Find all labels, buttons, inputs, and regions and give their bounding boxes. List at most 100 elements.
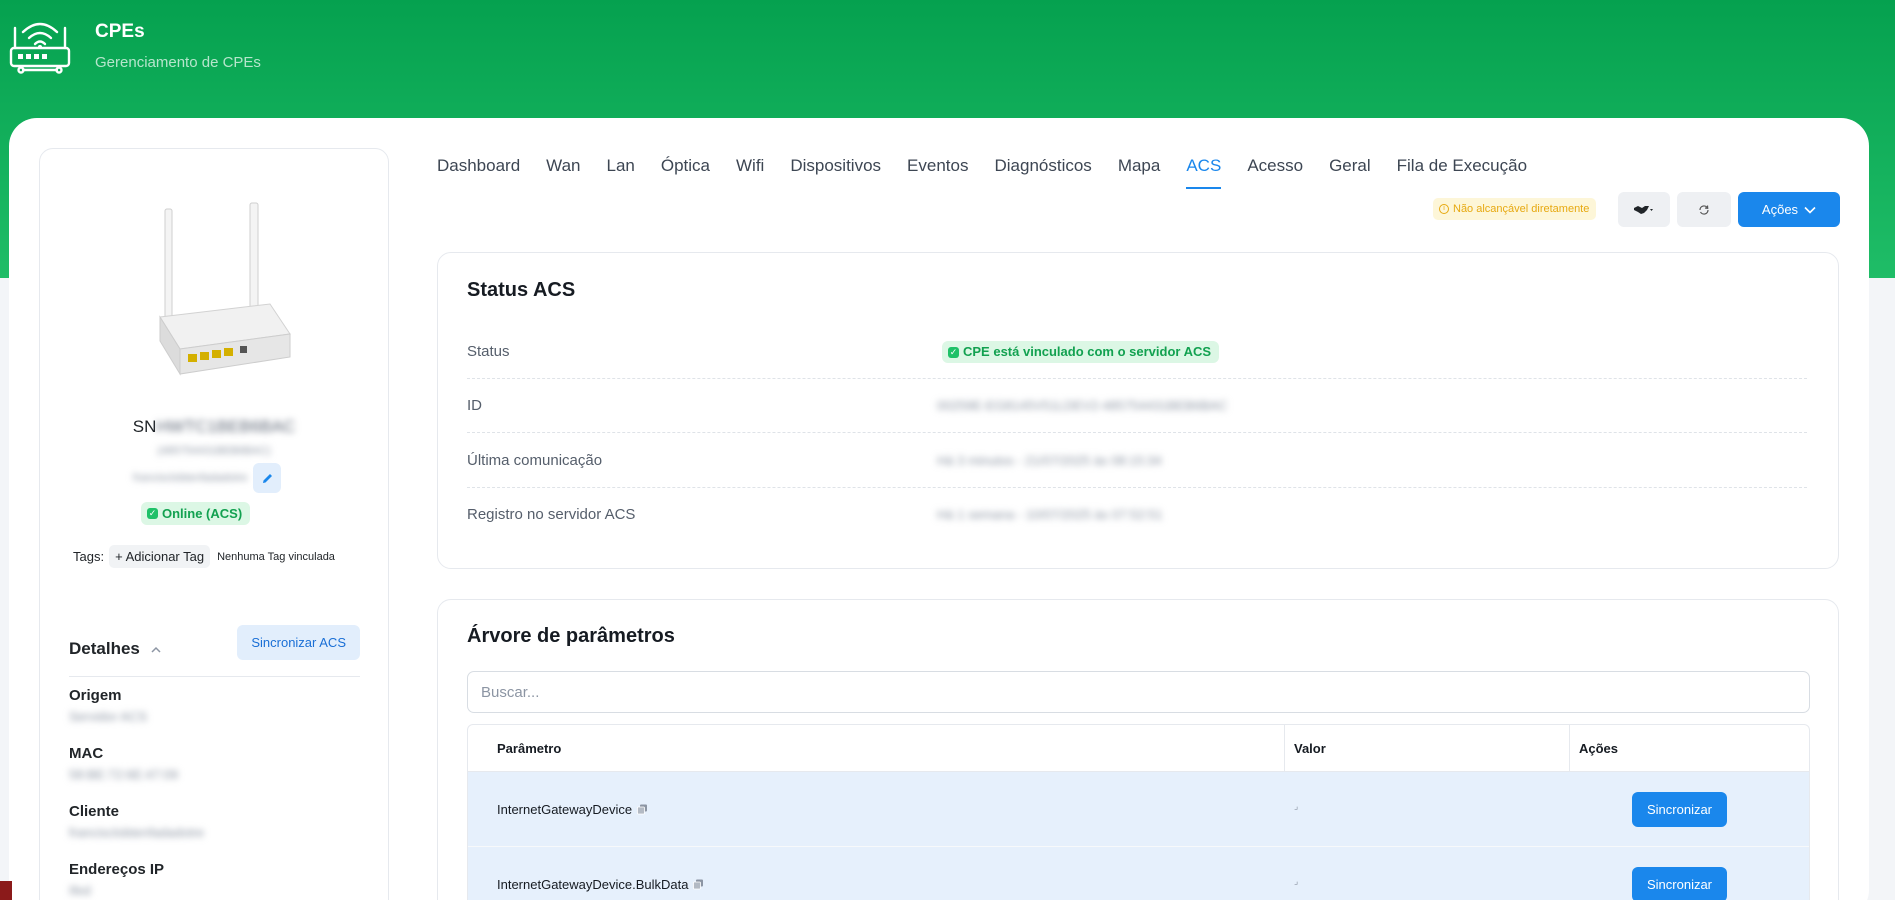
owner-name: francisclobtenfadadotre [133,472,248,484]
detail-label: Endereços IP [69,861,165,878]
status-row-status: Status ✓ CPE está vinculado com o servid… [467,325,1807,379]
tab-bar: Dashboard Wan Lan Óptica Wifi Dispositiv… [437,156,1553,192]
tab-geral[interactable]: Geral [1329,156,1371,192]
pencil-icon [262,473,272,483]
add-tag-button[interactable]: + Adicionar Tag [109,545,211,568]
handshake-icon [1634,205,1653,214]
row-label: Última comunicação [467,452,603,469]
unreachable-label: Não alcançável diretamente [1453,203,1590,215]
detail-ip: Endereços IP Ifed [69,861,164,898]
search-input[interactable] [467,671,1810,713]
online-status-label: Online (ACS) [162,506,243,521]
parameter-table: Parâmetro Valor Ações InternetGatewayDev… [467,724,1810,900]
column-divider [1284,725,1285,772]
refresh-icon [1699,204,1709,215]
parameter-value: ⌟ [1294,801,1299,811]
sync-parameter-button[interactable]: Sincronizar [1632,792,1727,827]
copy-icon[interactable] [637,804,648,815]
refresh-button[interactable] [1677,192,1731,227]
tab-acesso[interactable]: Acesso [1247,156,1303,192]
status-row-last-comm: Última comunicação Há 3 minutos - 21/07/… [467,434,1807,488]
detail-label: Origem [69,687,122,704]
tags-row: Tags: + Adicionar Tag Nenhuma Tag vincul… [73,545,335,568]
serial-prefix: SN [132,417,157,436]
chevron-up-icon[interactable] [149,643,163,657]
detail-origin: Origem Servidor ACS [69,687,147,724]
serial-value: HWTC1BEB6BAC [156,417,296,436]
detail-value: Ifed [69,883,91,898]
actions-label: Ações [1761,202,1799,217]
info-icon: i [1439,204,1449,214]
acs-linked-badge: ✓ CPE está vinculado com o servidor ACS [942,341,1220,363]
actions-dropdown-button[interactable]: Ações [1738,192,1840,227]
row-value: Há 1 semana - 10/07/2025 às 07:52:51 [937,507,1163,522]
column-divider [1569,725,1570,772]
row-label: Registro no servidor ACS [467,506,636,523]
tab-diagnosticos[interactable]: Diagnósticos [994,156,1091,192]
detail-mac: MAC 58:BE:72:6E:47:09 [69,745,178,782]
sync-acs-button[interactable]: Sincronizar ACS [237,625,360,660]
detail-value: Servidor ACS [69,709,148,724]
row-label: ID [467,397,482,414]
status-row-id: ID 00259E-EG8145V51LDEV2-485754431BEB6BA… [467,379,1807,433]
parameter-tree-card: Árvore de parâmetros Parâmetro Valor Açõ… [437,599,1839,900]
row-label: Status [467,343,510,360]
parameter-value: ⌟ [1294,876,1299,886]
brand: CPEs Gerenciamento de CPEs [9,18,261,74]
acs-linked-label: CPE está vinculado com o servidor ACS [963,344,1212,359]
parameter-tree-title: Árvore de parâmetros [467,625,675,647]
app-title: CPEs [95,21,145,42]
column-header-parameter[interactable]: Parâmetro [497,725,561,772]
column-header-actions: Ações [1579,741,1619,756]
parameter-name: InternetGatewayDevice [497,802,633,817]
edit-button[interactable] [253,463,282,493]
tab-acs[interactable]: ACS [1186,156,1221,192]
row-value: 00259E-EG8145V51LDEV2-485754431BEB6BAC [937,398,1228,413]
parameter-name-cell: InternetGatewayDevice [497,772,648,847]
detail-label: MAC [69,745,104,762]
copy-icon[interactable] [693,879,704,890]
tab-dispositivos[interactable]: Dispositivos [790,156,881,192]
detail-value: 58:BE:72:6E:47:09 [69,767,179,782]
tags-label: Tags: [73,549,105,564]
row-value: Há 3 minutos - 21/07/2025 às 08:15:34 [937,453,1162,468]
tab-wan[interactable]: Wan [546,156,580,192]
table-row[interactable]: InternetGatewayDevice.BulkData ⌟ Sincron… [468,847,1809,900]
tab-lan[interactable]: Lan [607,156,635,192]
status-acs-card: Status ACS Status ✓ CPE está vinculado c… [437,252,1839,569]
tab-mapa[interactable]: Mapa [1118,156,1161,192]
app-subtitle: Gerenciamento de CPEs [95,54,261,71]
device-serial: SNHWTC1BEB6BAC [40,417,388,437]
unreachable-badge: i Não alcançável diretamente [1433,198,1597,220]
owner-line: francisclobtenfadadotre [133,463,282,493]
router-wifi-icon [9,22,71,74]
tab-dashboard[interactable]: Dashboard [437,156,520,192]
tab-eventos[interactable]: Eventos [907,156,968,192]
table-row[interactable]: InternetGatewayDevice ⌟ Sincronizar [468,772,1809,847]
device-sub-id: (485754431BEB6BAC) [157,445,271,457]
tab-optica[interactable]: Óptica [661,156,710,192]
detail-client: Cliente francisclobtenfadadotre [69,803,204,840]
status-row-registration: Registro no servidor ACS Há 1 semana - 1… [467,488,1807,542]
corner-indicator [0,881,12,900]
details-header: Detalhes Sincronizar ACS [69,623,360,677]
handshake-dropdown-button[interactable] [1618,192,1670,227]
sync-parameter-button[interactable]: Sincronizar [1632,867,1727,900]
table-header: Parâmetro Valor Ações [468,725,1809,772]
tab-wifi[interactable]: Wifi [736,156,764,192]
parameter-name-cell: InternetGatewayDevice.BulkData [497,847,704,900]
no-tags-text: Nenhuma Tag vinculada [217,550,335,563]
details-title: Detalhes [69,639,140,658]
online-status-badge: ✓ Online (ACS) [141,502,251,525]
check-icon: ✓ [948,346,959,358]
tab-fila-execucao[interactable]: Fila de Execução [1397,156,1527,192]
detail-value: francisclobtenfadadotre [69,825,205,840]
check-icon: ✓ [147,508,158,519]
device-panel: SNHWTC1BEB6BAC (485754431BEB6BAC) franci… [39,148,389,900]
status-acs-title: Status ACS [467,279,576,301]
detail-label: Cliente [69,803,120,820]
router-image [159,202,291,376]
chevron-down-icon [1804,206,1816,214]
parameter-name: InternetGatewayDevice.BulkData [497,877,689,892]
column-header-value[interactable]: Valor [1294,725,1326,772]
